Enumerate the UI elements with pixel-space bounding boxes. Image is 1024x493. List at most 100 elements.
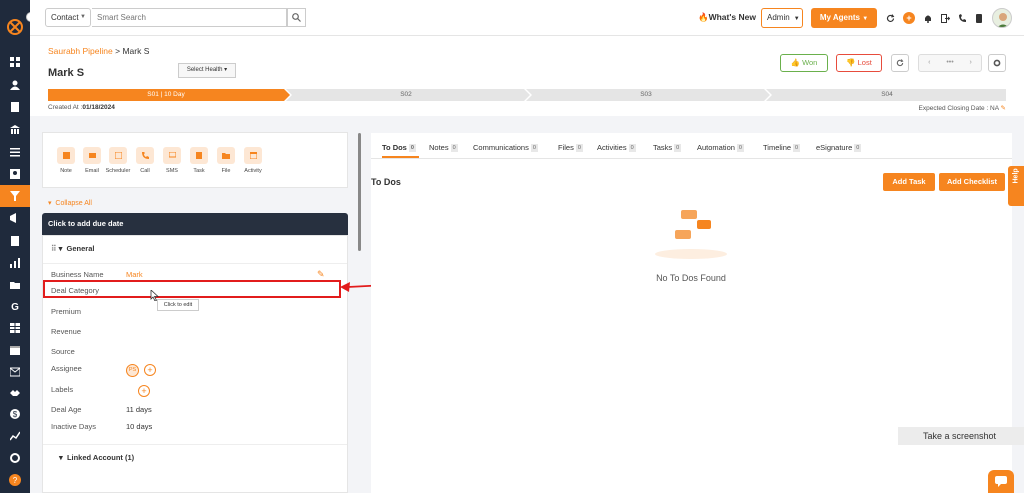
deal-details-panel: Note Email Scheduler Call SMS Task File … — [42, 132, 348, 493]
tab-count-badge: 0 — [674, 144, 682, 153]
tab-count-badge: 0 — [530, 144, 538, 153]
action-call[interactable]: Call — [132, 147, 158, 174]
collapse-all-label: Collapse All — [55, 200, 92, 207]
action-file[interactable]: File — [213, 147, 239, 174]
admin-select[interactable]: Admin ▼ — [761, 8, 803, 28]
calculator-icon[interactable] — [9, 235, 21, 247]
logout-icon[interactable] — [940, 13, 950, 23]
phone-icon — [136, 147, 154, 164]
stage-s02[interactable]: S02 — [288, 89, 524, 101]
tab-to-dos[interactable]: To Dos 0 — [382, 143, 416, 153]
tab-activities[interactable]: Activities 0 — [597, 143, 636, 153]
action-note[interactable]: Note — [53, 147, 79, 174]
stage-s04[interactable]: S04 — [768, 89, 1006, 101]
chevron-down-icon: ▾ — [58, 244, 63, 253]
refresh-deal-button[interactable] — [891, 54, 909, 72]
chevron-down-icon: ▾ — [59, 453, 63, 462]
left-panel-scrollbar[interactable] — [358, 133, 361, 251]
whats-new-link[interactable]: 🔥What's New — [698, 12, 756, 23]
spreadsheet-icon[interactable] — [9, 322, 21, 334]
add-assignee-plus-icon[interactable]: + — [144, 364, 156, 376]
calendar-icon[interactable] — [9, 344, 21, 356]
stage-s01[interactable]: S01 | 10 Day — [48, 89, 284, 101]
task-icon — [190, 147, 208, 164]
tab-notes[interactable]: Notes 0 — [429, 143, 458, 153]
add-task-button[interactable]: Add Task — [883, 173, 935, 191]
action-scheduler[interactable]: Scheduler — [105, 147, 131, 174]
thumbs-down-icon: 👎 — [846, 58, 856, 67]
line-chart-icon[interactable] — [9, 430, 21, 442]
bar-chart-icon[interactable] — [9, 257, 21, 269]
phone-icon[interactable] — [957, 13, 967, 23]
search-type-select[interactable]: Contact ▼ — [45, 8, 91, 27]
quick-actions: Note Email Scheduler Call SMS Task File … — [42, 132, 348, 188]
divider — [43, 444, 347, 445]
tab-esignature[interactable]: eSignature 0 — [816, 143, 862, 153]
tab-label: Communications — [473, 143, 529, 152]
won-button[interactable]: 👍 Won — [780, 54, 828, 72]
drag-handle-icon[interactable]: ⠿ — [51, 244, 57, 253]
general-section-header[interactable]: ⠿ ▾ General — [51, 244, 94, 253]
mail-icon[interactable] — [9, 366, 21, 378]
action-activity[interactable]: Activity — [240, 147, 266, 174]
field-value-business-name[interactable]: Mark — [126, 270, 143, 279]
tab-label: To Dos — [382, 143, 407, 152]
tab-count-badge: 0 — [408, 144, 416, 153]
tab-files[interactable]: Files 0 — [558, 143, 583, 153]
dashboard-icon[interactable] — [9, 56, 21, 68]
svg-text:?: ? — [13, 476, 18, 485]
folder-icon[interactable] — [9, 279, 21, 291]
more-dots-icon[interactable]: ••• — [940, 55, 961, 71]
empty-state-message: No To Dos Found — [656, 273, 726, 283]
add-due-date-bar[interactable]: Click to add due date — [42, 213, 348, 235]
prev-chevron-icon[interactable]: ‹ — [919, 55, 940, 71]
field-value-deal-age: 11 days — [126, 405, 152, 414]
search-button[interactable] — [287, 8, 306, 27]
edit-pencil-icon[interactable]: ✎ — [317, 269, 325, 280]
user-avatar[interactable] — [992, 8, 1012, 28]
megaphone-icon[interactable] — [9, 212, 21, 224]
contacts-icon[interactable] — [9, 79, 21, 91]
action-task[interactable]: Task — [186, 147, 212, 174]
documents-icon[interactable] — [9, 101, 21, 113]
tab-tasks[interactable]: Tasks 0 — [653, 143, 682, 153]
deal-settings-button[interactable] — [988, 54, 1006, 72]
mobile-icon[interactable] — [974, 13, 984, 23]
smart-search-input[interactable] — [92, 8, 287, 27]
todos-heading: To Dos — [371, 177, 401, 187]
my-agents-label: My Agents — [819, 13, 860, 22]
pipeline-funnel-icon[interactable] — [0, 185, 30, 207]
linked-account-section-header[interactable]: ▾ Linked Account (1) — [59, 453, 134, 462]
edit-pencil-icon[interactable]: ✎ — [1001, 105, 1006, 112]
tab-automation[interactable]: Automation 0 — [697, 143, 744, 153]
collapse-all-toggle[interactable]: ▾ Collapse All — [48, 199, 92, 207]
app-logo-icon[interactable] — [6, 18, 24, 36]
help-circle-icon[interactable]: ? — [9, 474, 21, 486]
assignee-avatar[interactable]: PS — [126, 364, 139, 377]
stage-s03[interactable]: S03 — [528, 89, 764, 101]
quick-add-plus-icon[interactable]: + — [903, 12, 915, 24]
contact-card-icon[interactable] — [9, 168, 21, 180]
action-sms[interactable]: SMS — [159, 147, 185, 174]
bell-icon[interactable] — [923, 13, 933, 23]
dollar-icon[interactable]: $ — [9, 408, 21, 420]
lost-button[interactable]: 👎 Lost — [836, 54, 882, 72]
chat-launcher[interactable] — [988, 470, 1014, 493]
list-icon[interactable] — [9, 146, 21, 158]
add-label-plus-icon[interactable]: + — [138, 385, 150, 397]
tab-communications[interactable]: Communications 0 — [473, 143, 538, 153]
breadcrumb-pipeline-link[interactable]: Saurabh Pipeline — [48, 46, 113, 56]
google-icon[interactable]: G — [9, 301, 21, 313]
settings-gear-icon[interactable] — [9, 452, 21, 464]
next-chevron-icon[interactable]: › — [960, 55, 981, 71]
add-checklist-button[interactable]: Add Checklist — [939, 173, 1005, 191]
bank-icon[interactable] — [9, 124, 21, 136]
refresh-icon[interactable] — [885, 13, 895, 23]
tab-timeline[interactable]: Timeline 0 — [763, 143, 801, 153]
action-email[interactable]: Email — [79, 147, 105, 174]
handshake-icon[interactable] — [9, 387, 21, 399]
my-agents-button[interactable]: My Agents ▼ — [811, 8, 877, 28]
help-side-tab[interactable]: Help — [1008, 166, 1024, 206]
chevron-down-icon: ▼ — [862, 16, 869, 22]
select-health-dropdown[interactable]: Select Health ▾ — [178, 63, 236, 78]
